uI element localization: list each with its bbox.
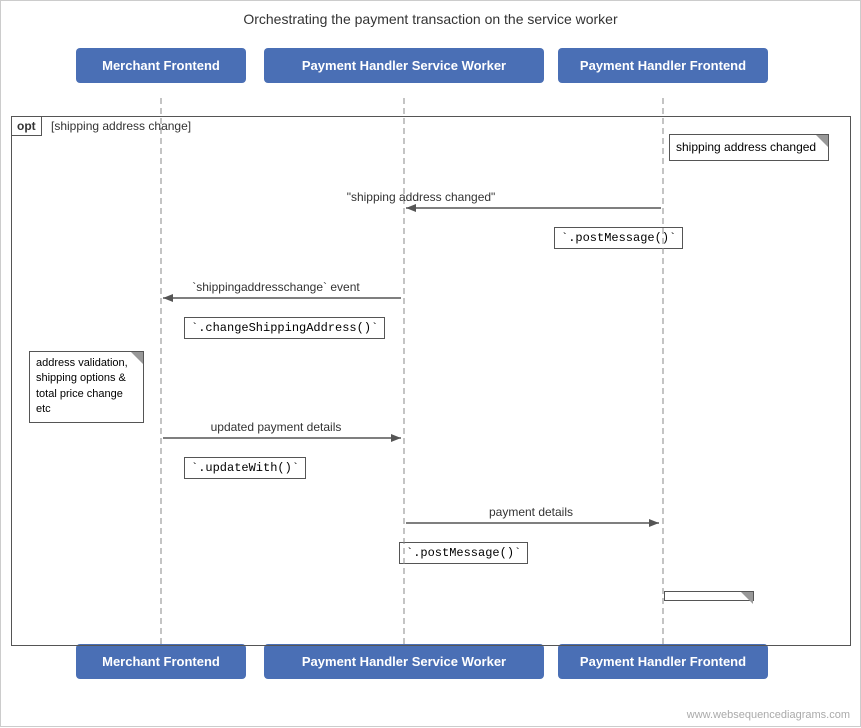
actor-service-worker-bottom: Payment Handler Service Worker [264,644,544,679]
actor-merchant-bottom: Merchant Frontend [76,644,246,679]
code-post-message-1: `.postMessage()` [554,227,683,249]
note-address-validation: address validation,shipping options &tot… [29,351,144,423]
note-address-text: address validation,shipping options &tot… [36,357,128,415]
actor-merchant-top: Merchant Frontend [76,48,246,83]
opt-label: opt [11,116,42,136]
watermark: www.websequencediagrams.com [687,709,850,721]
code-update-with: `.updateWith()` [184,457,306,479]
note-dog-ear-2 [131,352,143,364]
note-dog-ear-3 [741,592,753,604]
note-shipping-changed: shipping address changed [669,134,829,161]
note-dog-ear [816,135,828,147]
actor-service-worker-top: Payment Handler Service Worker [264,48,544,83]
code-change-shipping: `.changeShippingAddress()` [184,317,385,339]
actor-payment-handler-bottom: Payment Handler Frontend [558,644,768,679]
note-update-ui [664,591,754,601]
actor-payment-handler-top: Payment Handler Frontend [558,48,768,83]
diagram-title: Orchestrating the payment transaction on… [1,1,860,27]
diagram-container: Orchestrating the payment transaction on… [0,0,861,727]
code-post-message-2: `.postMessage()` [399,542,528,564]
opt-condition: [shipping address change] [51,119,191,133]
